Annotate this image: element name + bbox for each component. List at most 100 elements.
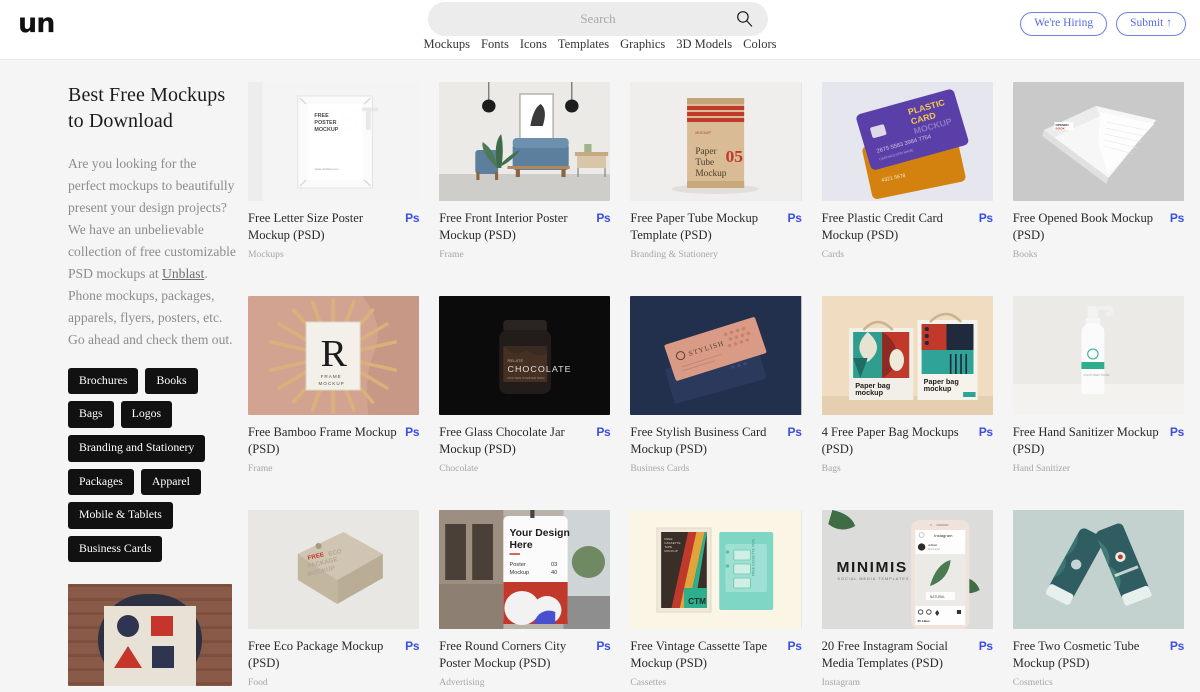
svg-text:Your Design: Your Design: [510, 528, 570, 539]
search-input[interactable]: [428, 2, 768, 36]
city-poster-graphic: Your Design Here Poster Mockup 03 40: [439, 510, 611, 629]
card-category: Food: [248, 677, 268, 688]
thumbnail-sanitizer[interactable]: SANITIZER 500ML: [1012, 296, 1184, 415]
card-poster-letter[interactable]: OST FREE POSTER MOCKUP www.unblast.com F…: [248, 82, 419, 260]
thumbnail-bamboo-frame[interactable]: R FRAME MOCKUP: [248, 296, 420, 415]
card-title: 20 Free Instagram Social Media Templates…: [821, 639, 948, 670]
svg-text:MOCKUP: MOCKUP: [696, 131, 712, 135]
card-category: Books: [1012, 249, 1038, 260]
chocolate-jar-graphic: RELATE CHOCOLATE PROTEIN POWDER 500G: [439, 296, 611, 415]
svg-text:NATURAL: NATURAL: [930, 595, 945, 599]
card-sanitizer[interactable]: SANITIZER 500ML Free Hand Sanitizer Mock…: [1012, 296, 1184, 474]
card-category: Frame: [439, 249, 464, 260]
card-business-card[interactable]: STYLISH Free Stylish Business Card Mocku…: [630, 296, 802, 474]
svg-text:CHOCOLATE: CHOCOLATE: [508, 364, 572, 374]
thumbnail-opened-book[interactable]: OPENED BOOK: [1012, 82, 1184, 201]
card-title: 4 Free Paper Bag Mockups (PSD): [821, 425, 959, 456]
card-title: Free Stylish Business Card Mockup (PSD): [630, 425, 767, 456]
card-category: Bags: [821, 463, 841, 474]
tag-business-cards[interactable]: Business Cards: [68, 535, 163, 563]
nav-item-3d-models[interactable]: 3D Models: [676, 37, 732, 52]
unblast-link[interactable]: Unblast: [162, 266, 204, 281]
card-opened-book[interactable]: OPENED BOOK Free Opened Book Mockup (PSD…: [1012, 82, 1184, 260]
tag-bags[interactable]: Bags: [68, 401, 114, 429]
tag-branding-and-stationery[interactable]: Branding and Stationery: [68, 435, 206, 462]
thumbnail-poster-letter[interactable]: OST FREE POSTER MOCKUP www.unblast.com: [248, 82, 420, 201]
thumbnail-paper-bags[interactable]: Paper bag mockup Paper bag mockup: [821, 296, 993, 415]
credit-card-graphic: 4321 5678 PLASTIC CARD MOCKUP 2875 5583 …: [821, 82, 993, 201]
svg-text:POSTER: POSTER: [314, 120, 336, 126]
nav-item-icons[interactable]: Icons: [520, 37, 547, 52]
thumbnail-instagram[interactable]: MINIMIS SOCIAL MEDIA TEMPLATES Instagram…: [821, 510, 993, 629]
nav-item-mockups[interactable]: Mockups: [424, 37, 471, 52]
page-title: Best Free Mockups to Download: [68, 84, 226, 133]
business-card-graphic: STYLISH: [630, 296, 802, 415]
ps-badge: Ps: [978, 211, 993, 225]
submit-button[interactable]: Submit ↑: [1116, 12, 1186, 36]
card-meta: 4 Free Paper Bag Mockups (PSD) Ps: [821, 415, 994, 458]
card-credit-card[interactable]: 4321 5678 PLASTIC CARD MOCKUP 2875 5583 …: [821, 82, 993, 260]
nav-item-colors[interactable]: Colors: [743, 37, 776, 52]
tag-books[interactable]: Books: [145, 367, 198, 395]
svg-text:35 Likes: 35 Likes: [917, 619, 930, 623]
card-interior[interactable]: Free Front Interior Poster Mockup (PSD) …: [439, 82, 611, 260]
ps-badge: Ps: [405, 425, 420, 439]
card-paper-tube[interactable]: MOCKUP Paper Tube Mockup 05 Free Paper T…: [630, 82, 802, 260]
card-title: Free Two Cosmetic Tube Mockup (PSD): [1012, 639, 1140, 670]
search-icon[interactable]: [735, 9, 754, 28]
svg-text:Mockup: Mockup: [510, 570, 530, 576]
tag-apparel[interactable]: Apparel: [140, 468, 201, 496]
card-meta: 20 Free Instagram Social Media Templates…: [821, 629, 994, 672]
search-bar[interactable]: [428, 2, 768, 36]
sidebar-banner-image[interactable]: [68, 584, 232, 687]
nav-item-fonts[interactable]: Fonts: [481, 37, 509, 52]
tag-logos[interactable]: Logos: [120, 401, 173, 429]
tag-packages[interactable]: Packages: [68, 468, 134, 496]
card-bamboo-frame[interactable]: R FRAME MOCKUP Free Bamboo Frame Mockup …: [248, 296, 419, 474]
svg-text:MOCKUP: MOCKUP: [314, 127, 338, 133]
card-cosmetic-tube[interactable]: Free Two Cosmetic Tube Mockup (PSD) Ps C…: [1012, 510, 1184, 688]
thumbnail-cosmetic-tube[interactable]: [1012, 510, 1184, 629]
card-title: Free Front Interior Poster Mockup (PSD): [439, 211, 568, 242]
card-meta: Free Vintage Cassette Tape Mockup (PSD) …: [630, 629, 802, 672]
sidebar-description: Are you looking for the perfect mockups …: [68, 153, 236, 351]
tag-mobile-and-tablets[interactable]: Mobile & Tablets: [68, 502, 173, 529]
thumbnail-chocolate-jar[interactable]: RELATE CHOCOLATE PROTEIN POWDER 500G: [439, 296, 611, 415]
tag-list: Brochures Books Bags Logos Branding and …: [68, 367, 244, 563]
tag-brochures[interactable]: Brochures: [68, 367, 139, 395]
svg-text:mockup: mockup: [855, 389, 883, 397]
card-cassette[interactable]: CTM FREE CASSETTE TAPE MOCKUP FREE CASSE…: [630, 510, 802, 688]
site-logo[interactable]: un: [18, 10, 55, 37]
ps-badge: Ps: [596, 425, 611, 439]
nav-item-templates[interactable]: Templates: [558, 37, 609, 52]
thumbnail-interior[interactable]: [439, 82, 611, 201]
card-title: Free Plastic Credit Card Mockup (PSD): [821, 211, 943, 242]
thumbnail-paper-tube[interactable]: MOCKUP Paper Tube Mockup 05: [630, 82, 802, 201]
svg-text:CTM: CTM: [688, 597, 706, 606]
nav-item-graphics[interactable]: Graphics: [620, 37, 665, 52]
card-chocolate-jar[interactable]: RELATE CHOCOLATE PROTEIN POWDER 500G Fre…: [439, 296, 611, 474]
thumbnail-city-poster[interactable]: Your Design Here Poster Mockup 03 40: [439, 510, 611, 629]
ps-badge: Ps: [1169, 639, 1184, 653]
card-city-poster[interactable]: Your Design Here Poster Mockup 03 40 Fre…: [439, 510, 611, 688]
svg-text:05: 05: [726, 147, 744, 166]
card-paper-bags[interactable]: Paper bag mockup Paper bag mockup 4 Free…: [821, 296, 994, 474]
bamboo-frame-graphic: R FRAME MOCKUP: [248, 296, 420, 415]
card-eco-package[interactable]: FREE ECO PACKAGE MOCKUP Free Eco Package…: [248, 510, 419, 688]
thumbnail-cassette[interactable]: CTM FREE CASSETTE TAPE MOCKUP FREE CASSE…: [630, 510, 802, 629]
hand-sanitizer-graphic: SANITIZER 500ML: [1012, 296, 1184, 415]
card-category: Chocolate: [439, 463, 479, 474]
were-hiring-button[interactable]: We're Hiring: [1020, 12, 1108, 36]
card-category: Business Cards: [630, 463, 690, 474]
thumbnail-eco-package[interactable]: FREE ECO PACKAGE MOCKUP: [248, 510, 420, 629]
card-instagram[interactable]: MINIMIS SOCIAL MEDIA TEMPLATES Instagram…: [821, 510, 994, 688]
mockup-grid: OST FREE POSTER MOCKUP www.unblast.com F…: [248, 82, 1184, 692]
thumbnail-business-card[interactable]: STYLISH: [630, 296, 802, 415]
svg-text:MOCKUP: MOCKUP: [319, 381, 345, 386]
ps-badge: Ps: [787, 425, 802, 439]
thumbnail-credit-card[interactable]: 4321 5678 PLASTIC CARD MOCKUP 2875 5583 …: [821, 82, 993, 201]
card-title: Free Bamboo Frame Mockup (PSD): [248, 425, 397, 456]
card-title: Free Paper Tube Mockup Template (PSD): [630, 211, 759, 242]
desc-part-1: Are you looking for the perfect mockups …: [68, 155, 236, 281]
svg-text:SOCIAL MEDIA TEMPLATES: SOCIAL MEDIA TEMPLATES: [837, 577, 909, 581]
